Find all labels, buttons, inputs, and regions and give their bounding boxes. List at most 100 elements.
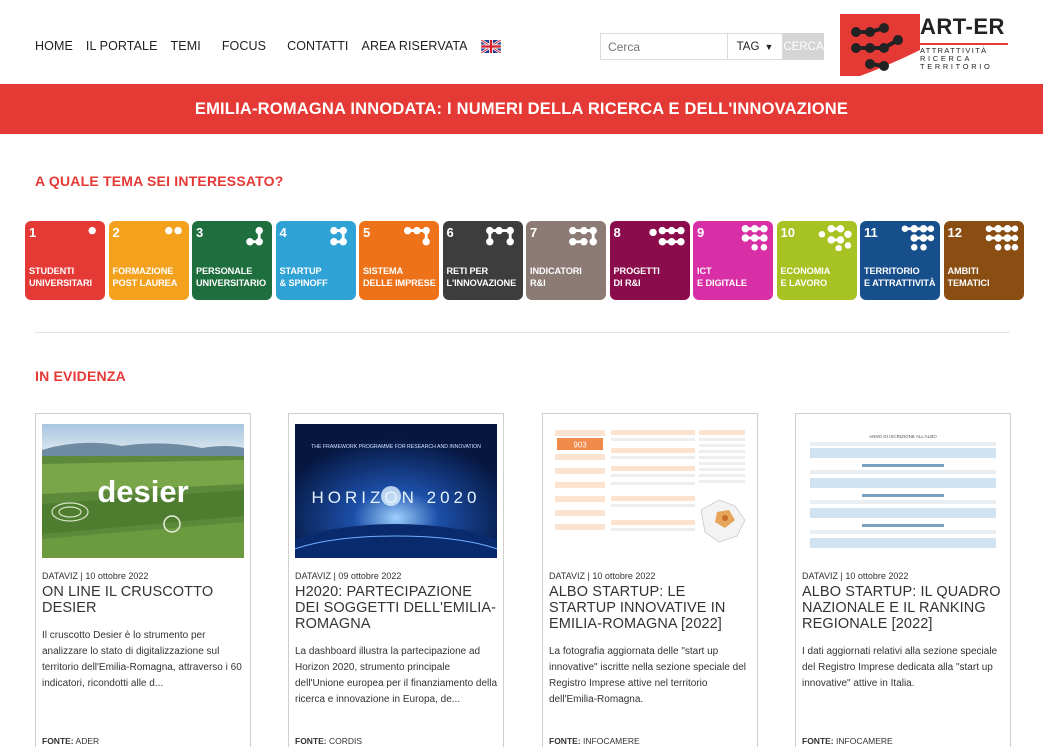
theme-dots-icon — [164, 226, 182, 235]
banner-title: EMILIA-ROMAGNA INNODATA: I NUMERI DELLA … — [194, 99, 849, 118]
theme-tile-label-line1: STARTUP — [279, 266, 322, 276]
theme-tile-label: PROGETTI DI R&I — [614, 266, 660, 289]
theme-dots-icon — [818, 225, 852, 251]
theme-tile-label-line1: ICT — [697, 266, 712, 276]
card-image-text: HORIZON 2020 — [312, 488, 481, 507]
logo-tagline-3: TERRITORIO — [920, 62, 993, 72]
featured-section-title: IN EVIDENZA — [35, 368, 126, 384]
card-source-label: FONTE: — [42, 736, 74, 746]
featured-card-albo-startup-er[interactable]: 903 DATAVIZ | 10 ottobre 2022 ALBO START… — [542, 413, 758, 747]
card-title[interactable]: ALBO STARTUP: LE STARTUP INNOVATIVE IN E… — [549, 584, 754, 632]
chevron-down-icon: ▼ — [764, 41, 774, 52]
theme-tile-1[interactable]: 1 STUDENTI UNIVERSITARI — [25, 221, 105, 300]
card-date: 10 ottobre 2022 — [592, 571, 656, 581]
card-image[interactable]: 903 — [549, 424, 751, 558]
section-divider — [35, 332, 1010, 333]
theme-tile-label-line2: & SPINOFF — [279, 277, 328, 288]
theme-tile-label: ICT E DIGITALE — [697, 266, 747, 289]
card-source: FONTE: ADER — [42, 736, 99, 746]
theme-tile-label-line1: ECONOMIA — [780, 266, 831, 276]
theme-tile-label-line1: STUDENTI — [29, 266, 75, 276]
theme-tile-number: 3 — [196, 225, 204, 240]
theme-tile-label-line1: TERRITORIO — [864, 266, 920, 276]
tag-dropdown[interactable]: TAG ▼ — [727, 33, 783, 60]
theme-tile-number: 9 — [697, 225, 705, 240]
logo-name: ART-ER — [920, 14, 1005, 39]
card-date: 10 ottobre 2022 — [845, 571, 909, 581]
card-image-text: ANNO DI ISCRIZIONE ALL'ALBO — [869, 434, 937, 439]
card-image[interactable]: THE FRAMEWORK PROGRAMME FOR RESEARCH AND… — [295, 424, 497, 558]
card-image[interactable]: ANNO DI ISCRIZIONE ALL'ALBO — [802, 424, 1004, 558]
theme-tile-10[interactable]: 10 ECONOMIA E LAVORO — [776, 221, 857, 300]
card-excerpt: La dashboard illustra la partecipazione … — [295, 646, 498, 705]
nav-temi[interactable]: TEMI — [171, 39, 201, 53]
card-source: FONTE: INFOCAMERE — [549, 736, 640, 746]
nav-area-riservata[interactable]: AREA RISERVATA — [362, 39, 468, 53]
theme-tile-number: 5 — [363, 225, 371, 240]
card-date: 09 ottobre 2022 — [338, 571, 402, 581]
theme-tile-label: PERSONALE UNIVERSITARIO — [196, 266, 266, 289]
card-excerpt: Il cruscotto Desier è lo strumento per a… — [42, 630, 242, 689]
theme-tile-number: 2 — [112, 225, 120, 240]
uk-flag-icon[interactable] — [480, 39, 501, 53]
theme-tile-label-line2: DI R&I — [613, 277, 641, 288]
card-title[interactable]: ALBO STARTUP: IL QUADRO NAZIONALE E IL R… — [802, 584, 1007, 632]
card-source-value: ADER — [75, 736, 100, 746]
nav-focus[interactable]: FOCUS — [222, 39, 266, 53]
search-input[interactable] — [600, 33, 727, 60]
theme-tile-label-line2: L'INNOVAZIONE — [446, 277, 517, 288]
card-image-text: 903 — [573, 441, 587, 450]
theme-tile-label-line1: RETI PER — [446, 266, 489, 276]
card-meta: DATAVIZ | 10 ottobre 2022 — [42, 571, 149, 581]
theme-tile-7[interactable]: 7 INDICATORI R&I — [526, 221, 606, 300]
card-meta: DATAVIZ | 10 ottobre 2022 — [549, 571, 656, 581]
card-meta: DATAVIZ | 10 ottobre 2022 — [802, 571, 909, 581]
theme-tile-label: RETI PER L'INNOVAZIONE — [447, 266, 517, 289]
card-source-value: INFOCAMERE — [836, 736, 893, 746]
theme-tile-label: FORMAZIONE POST LAUREA — [113, 266, 178, 289]
card-category: DATAVIZ — [549, 571, 585, 581]
theme-tile-label-line1: PERSONALE — [196, 266, 253, 276]
search-bar: TAG ▼ CERCA — [600, 33, 824, 60]
card-title[interactable]: H2020: PARTECIPAZIONE DEI SOGGETTI DELL'… — [295, 584, 500, 632]
theme-tile-label-line2: DELLE IMPRESE — [363, 277, 436, 288]
logo[interactable]: ART-ER ATTRATTIVITÀ RICERCA TERRITORIO — [840, 10, 1010, 80]
theme-tiles: 1 STUDENTI UNIVERSITARI 2 FORMAZIONE POST LAU… — [25, 221, 1027, 300]
theme-tile-12[interactable]: 12 AMBITI TEMATICI — [943, 221, 1024, 300]
tag-dropdown-label: TAG — [736, 40, 760, 53]
theme-tile-4[interactable]: 4 STARTUP & SPINOFF — [275, 221, 356, 300]
search-button[interactable]: CERCA — [783, 33, 824, 60]
theme-tile-label: TERRITORIO E ATTRATTIVITÀ — [864, 266, 936, 289]
theme-tile-number: 1 — [29, 225, 37, 240]
featured-card-h2020[interactable]: THE FRAMEWORK PROGRAMME FOR RESEARCH AND… — [288, 413, 504, 747]
nav-contatti[interactable]: CONTATTI — [287, 39, 348, 53]
theme-tile-8[interactable]: 8 PROGETTI DI R&I — [609, 221, 690, 300]
theme-tile-2[interactable]: 2 FORMAZIONE POST LAUREA — [108, 221, 189, 300]
theme-tile-6[interactable]: 6 RETI PER L'INNOVAZIONE — [442, 221, 523, 300]
featured-card-desier[interactable]: desier DATAVIZ | 10 ottobre 2022 ON LINE… — [35, 413, 251, 747]
theme-tile-5[interactable]: 5 SISTEMA DELLE IMPRESE — [359, 221, 439, 300]
theme-tile-number: 4 — [279, 225, 287, 240]
theme-tile-3[interactable]: 3 PERSONALE UNIVERSITARIO — [192, 221, 272, 300]
theme-dots-icon — [88, 226, 96, 235]
theme-tile-number: 10 — [780, 225, 795, 240]
logo-divider — [920, 43, 1008, 45]
nav-home[interactable]: HOME — [35, 39, 73, 53]
theme-tile-label: ECONOMIA E LAVORO — [781, 266, 831, 289]
theme-tile-label-line2: UNIVERSITARIO — [196, 277, 266, 288]
theme-dots-icon — [741, 225, 768, 251]
card-source-value: CORDIS — [329, 736, 363, 746]
card-title[interactable]: ON LINE IL CRUSCOTTO DESIER — [42, 584, 247, 616]
theme-tile-label-line2: E DIGITALE — [697, 277, 747, 288]
theme-tile-number: 7 — [530, 225, 538, 240]
featured-card-albo-startup-nazionale[interactable]: ANNO DI ISCRIZIONE ALL'ALBO DATAVIZ | 10… — [795, 413, 1011, 747]
card-source-label: FONTE: — [549, 736, 581, 746]
theme-tile-label-line2: E ATTRATTIVITÀ — [864, 277, 936, 288]
theme-tile-11[interactable]: 11 TERRITORIO E ATTRATTIVITÀ — [860, 221, 940, 300]
theme-tile-label-line1: INDICATORI — [530, 266, 582, 276]
site-header: HOME IL PORTALE TEMI FOCUS CONTATTI AREA… — [0, 0, 1043, 84]
nav-il-portale[interactable]: IL PORTALE — [86, 39, 158, 53]
card-image[interactable]: desier — [42, 424, 244, 558]
theme-tile-label: STARTUP & SPINOFF — [280, 266, 328, 289]
theme-tile-9[interactable]: 9 ICT E DIGITALE — [693, 221, 773, 300]
